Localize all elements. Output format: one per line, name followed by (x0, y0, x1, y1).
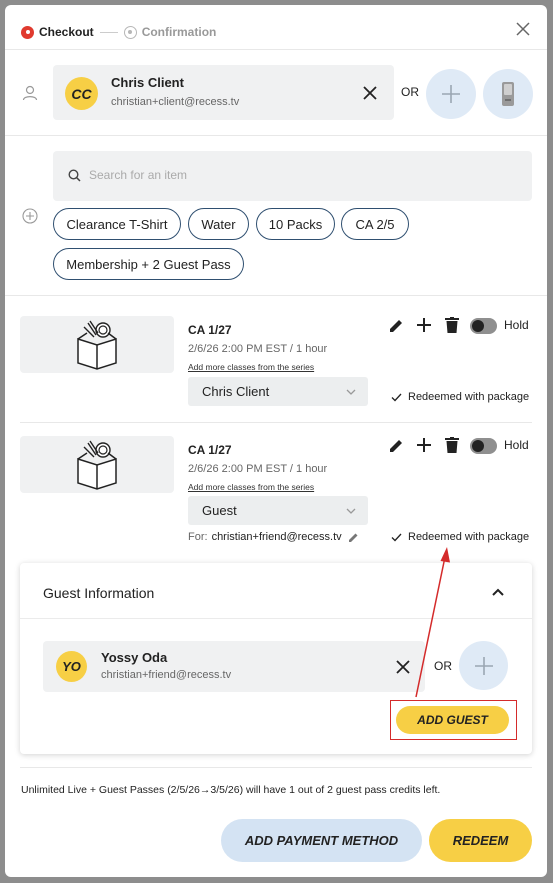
stepper: Checkout Confirmation (21, 25, 216, 39)
add-guest-button[interactable]: ADD GUEST (396, 706, 509, 734)
edit-icon[interactable] (388, 318, 404, 334)
guest-name: Yossy Oda (101, 650, 168, 665)
guest-for-line: For: christian+friend@recess.tv (188, 531, 359, 543)
divider (20, 618, 532, 619)
search-icon (68, 169, 81, 182)
guest-pass-note: Unlimited Live + Guest Passes (2/5/26→3/… (21, 784, 441, 796)
divider (5, 49, 547, 50)
add-item-icon (22, 208, 38, 224)
client-email: christian+client@recess.tv (111, 96, 240, 108)
attendee-select-value: Chris Client (202, 384, 270, 399)
add-more-classes-link[interactable]: Add more classes from the series (188, 482, 314, 492)
plus-icon[interactable] (417, 318, 431, 332)
chevron-down-icon (346, 389, 356, 395)
box-illustration-icon (77, 320, 117, 370)
trash-icon[interactable] (445, 437, 459, 453)
check-icon (391, 393, 402, 401)
hold-toggle[interactable] (470, 318, 497, 334)
add-guest-circle-button[interactable] (459, 641, 508, 690)
chip-ca-2-5[interactable]: CA 2/5 (341, 208, 409, 240)
add-client-button[interactable] (426, 69, 476, 119)
step-inactive-icon (123, 25, 137, 39)
trash-icon[interactable] (445, 317, 459, 333)
redeemed-status: Redeemed with package (391, 531, 529, 543)
card-reader-button[interactable] (483, 69, 533, 119)
checkout-modal: Checkout Confirmation CC Chris Client ch… (5, 5, 547, 877)
selected-guest-card: YO Yossy Oda christian+friend@recess.tv (43, 641, 425, 692)
add-payment-method-button[interactable]: ADD PAYMENT METHOD (221, 819, 422, 862)
class-time: 2/6/26 2:00 PM EST / 1 hour (188, 463, 328, 475)
or-label: OR (401, 85, 419, 99)
for-email: christian+friend@recess.tv (211, 531, 342, 543)
class-title: CA 1/27 (188, 443, 232, 457)
hold-label: Hold (504, 318, 529, 332)
guest-panel-title: Guest Information (43, 585, 155, 601)
class-time: 2/6/26 2:00 PM EST / 1 hour (188, 343, 328, 355)
close-icon[interactable] (515, 21, 531, 37)
user-icon (22, 85, 38, 101)
guest-information-panel: Guest Information YO Yossy Oda christian… (20, 563, 532, 754)
card-reader-icon (502, 82, 514, 106)
plus-icon (442, 85, 460, 103)
divider (20, 767, 532, 768)
chip-clearance-tshirt[interactable]: Clearance T-Shirt (53, 208, 181, 240)
step-active-icon (21, 25, 34, 39)
hold-label: Hold (504, 438, 529, 452)
selected-client-card: CC Chris Client christian+client@recess.… (53, 65, 394, 120)
check-icon (391, 533, 402, 541)
attendee-select-value: Guest (202, 503, 237, 518)
guest-email: christian+friend@recess.tv (101, 669, 232, 681)
step-divider (99, 31, 118, 33)
class-thumbnail (20, 436, 174, 493)
hold-toggle[interactable] (470, 438, 497, 454)
attendee-select[interactable]: Guest (188, 496, 368, 525)
redeemed-status: Redeemed with package (391, 391, 529, 403)
remove-client-icon[interactable] (363, 86, 377, 100)
redeemed-label: Redeemed with package (408, 531, 530, 543)
box-illustration-icon (77, 440, 117, 490)
or-label: OR (434, 659, 452, 673)
divider (20, 422, 532, 423)
chip-water[interactable]: Water (188, 208, 249, 240)
for-label: For: (188, 531, 208, 543)
add-more-classes-link[interactable]: Add more classes from the series (188, 362, 314, 372)
search-placeholder: Search for an item (89, 168, 188, 182)
class-thumbnail (20, 316, 174, 373)
remove-guest-icon[interactable] (396, 660, 410, 674)
chevron-down-icon (346, 508, 356, 514)
step-confirmation[interactable]: Confirmation (142, 25, 217, 39)
step-checkout[interactable]: Checkout (39, 25, 94, 39)
redeemed-label: Redeemed with package (408, 391, 530, 403)
chevron-up-icon[interactable] (492, 588, 504, 596)
plus-icon[interactable] (417, 438, 431, 452)
attendee-select[interactable]: Chris Client (188, 377, 368, 406)
redeem-button[interactable]: REDEEM (429, 819, 532, 862)
divider (5, 135, 547, 136)
guest-avatar: YO (56, 651, 87, 682)
plus-icon (474, 656, 493, 675)
chip-membership-guest-pass[interactable]: Membership + 2 Guest Pass (53, 248, 244, 280)
class-title: CA 1/27 (188, 323, 232, 337)
divider (5, 295, 547, 296)
chip-10-packs[interactable]: 10 Packs (256, 208, 335, 240)
client-avatar: CC (65, 77, 98, 110)
edit-icon[interactable] (388, 438, 404, 454)
client-name: Chris Client (111, 75, 184, 90)
edit-icon[interactable] (348, 532, 359, 543)
